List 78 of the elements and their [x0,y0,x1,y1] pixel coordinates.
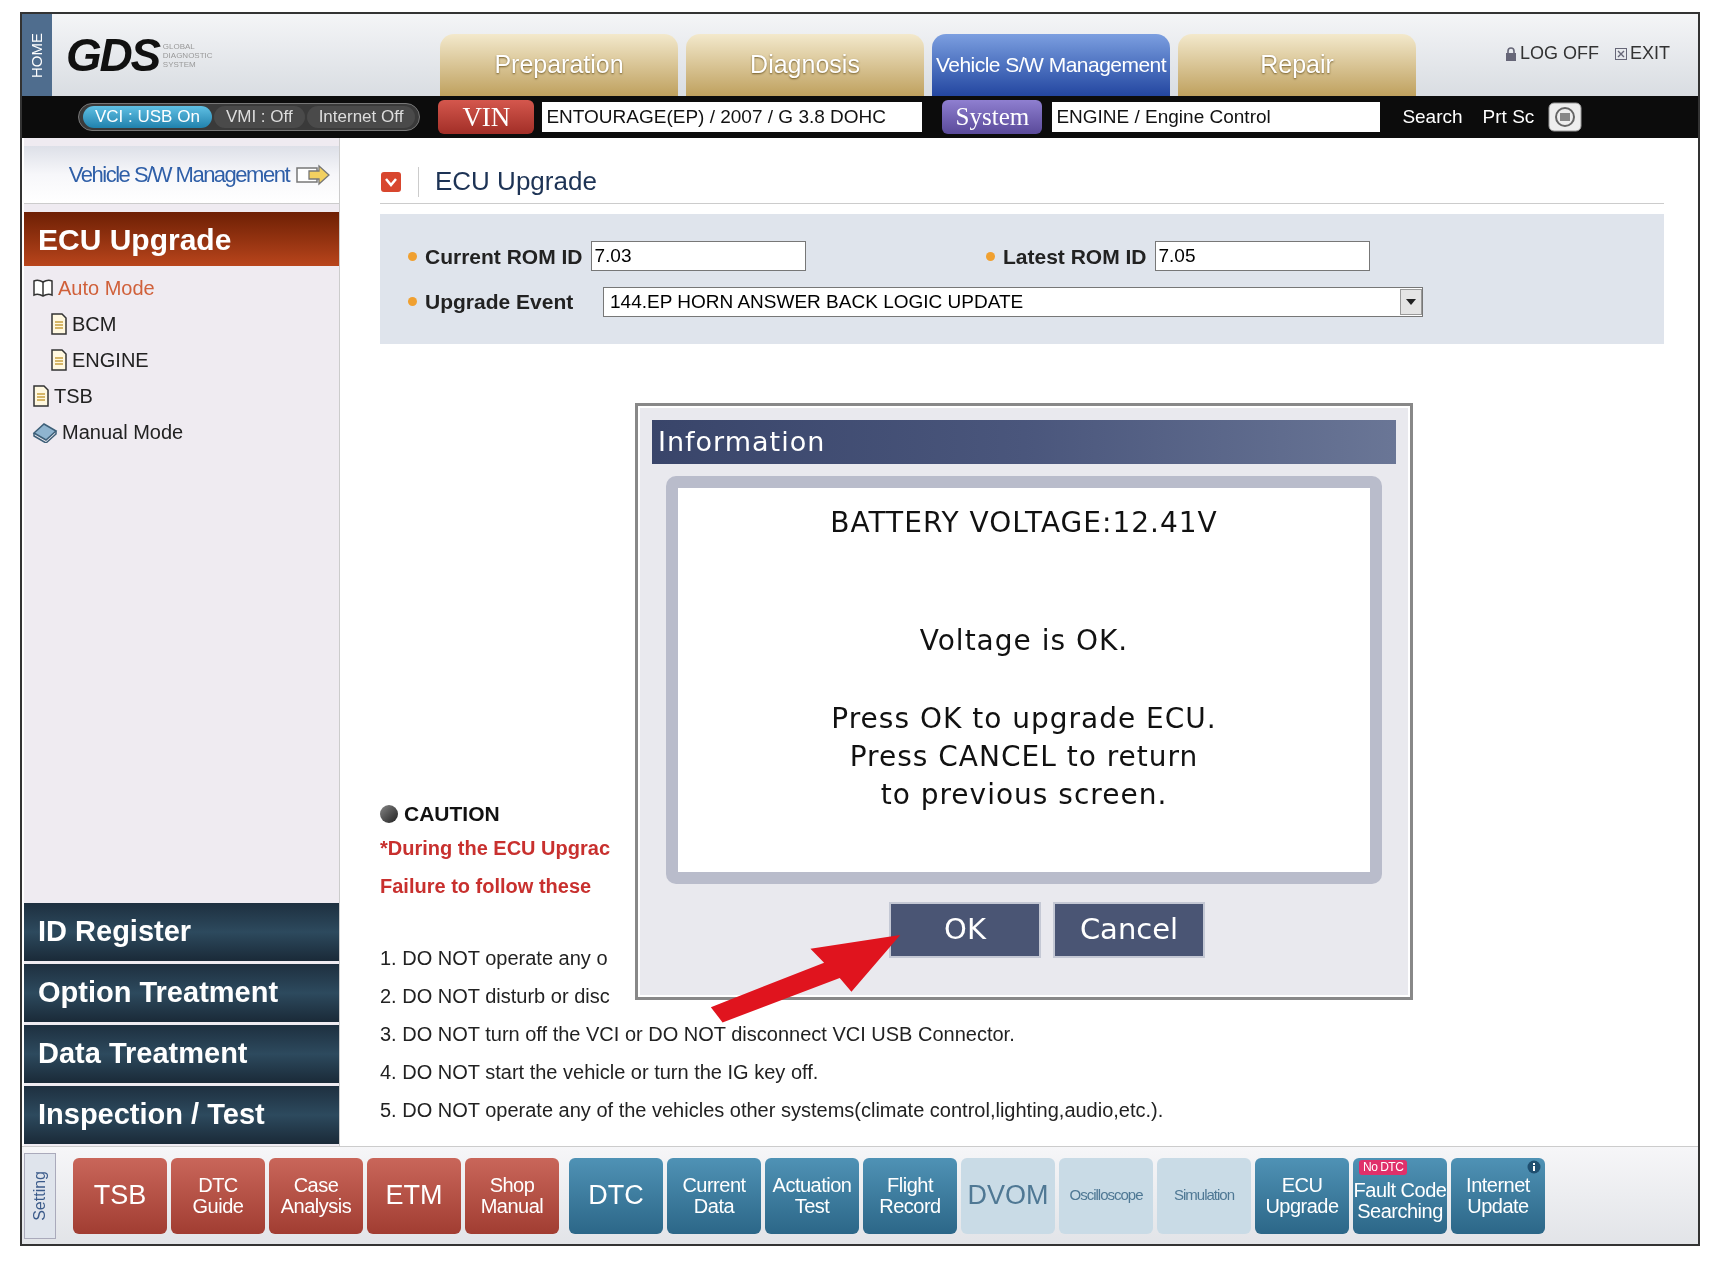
arrow-right-icon[interactable] [295,162,331,187]
input-field[interactable]: 7.03 [590,241,806,272]
search-button[interactable]: Search [1402,102,1463,132]
page-title: ECU Upgrade [435,165,597,198]
dropdown-caret-icon[interactable] [1400,288,1422,315]
toolbar-button[interactable]: DTC [569,1157,663,1234]
collapse-icon[interactable] [380,170,402,193]
caution-step: 1. DO NOT operate any o [380,939,608,977]
document-icon [50,349,68,371]
toolbar-button[interactable]: TSB [73,1157,167,1234]
section-header[interactable]: Data Treatment [24,1025,339,1083]
close-icon [1615,47,1627,60]
tree-item[interactable]: BCM [38,306,339,342]
status-pill: VMI : Off [213,106,305,128]
tree-item[interactable]: Auto Mode [32,270,339,306]
bullet-icon [408,251,417,261]
section-header[interactable]: ID Register [24,903,339,961]
tree-item[interactable]: ENGINE [38,342,339,378]
instruction-line: Press OK to upgrade ECU. [831,701,1217,737]
setting-tab[interactable]: Setting [24,1152,56,1239]
instruction-line: to previous screen. [880,777,1168,813]
toolbar-button[interactable]: Actuation Test [765,1157,859,1234]
caution-title: CAUTION [404,801,500,828]
toolbar-button[interactable]: Case Analysis [269,1157,363,1234]
sidebar-title: Vehicle S/W Management [68,161,289,189]
system-label: System [942,100,1043,134]
caution-step: 2. DO NOT disturb or disc [380,977,610,1015]
bullet-icon [986,251,995,261]
log-off-link[interactable]: LOG OFF [1504,40,1599,67]
toolbar-button[interactable]: Current Data [667,1157,761,1234]
logo: GDS [66,32,159,78]
caution-warning: *During the ECU Upgrac [380,836,611,861]
status-badge: No DTC [1359,1159,1408,1175]
exit-link[interactable]: EXIT [1615,40,1670,67]
home-tab[interactable]: HOME [22,14,52,96]
status-pill: Internet Off [306,106,416,128]
toolbar-button[interactable]: Shop Manual [465,1157,559,1234]
ok-button[interactable]: OK [889,902,1041,958]
voltage-status: Voltage is OK. [919,623,1129,659]
nav-tab[interactable]: Vehicle S/W Management [932,34,1170,96]
book-icon [32,421,58,443]
toolbar-button[interactable]: Internet Update [1451,1157,1545,1234]
toolbar-button[interactable]: ECU Upgrade [1255,1157,1349,1234]
document-icon [50,313,68,335]
document-icon [32,385,50,407]
lock-icon [1504,46,1517,61]
field-label: Current ROM ID [425,243,583,270]
select-field[interactable]: 144.EP HORN ANSWER BACK LOGIC UPDATE [603,286,1423,317]
bullet-icon [408,297,417,307]
ecu-chip-icon[interactable] [1548,102,1583,132]
toolbar-button[interactable]: DTC Guide [171,1157,265,1234]
open-book-icon [32,278,54,298]
system-field[interactable]: ENGINE / Engine Control [1052,102,1381,132]
vin-field[interactable]: ENTOURAGE(EP) / 2007 / G 3.8 DOHC [542,102,923,132]
toolbar-button[interactable]: No DTC Fault Code Searching [1353,1157,1447,1234]
section-header[interactable]: ECU Upgrade [24,212,339,266]
section-header[interactable]: Inspection / Test [24,1086,339,1144]
status-pill: VCI : USB On [83,106,212,128]
instruction-line: Press CANCEL to return [849,739,1199,775]
print-screen-button[interactable]: Prt Sc [1482,102,1535,132]
caution-warning: Failure to follow these [380,874,592,899]
toolbar-button[interactable]: Flight Record [863,1157,957,1234]
toolbar-button[interactable]: ETM [367,1157,461,1234]
caution-icon [380,805,398,823]
tree-item[interactable]: TSB [32,378,339,414]
caution-step: 4. DO NOT start the vehicle or turn the IG key off. [380,1053,819,1091]
field-label: Latest ROM ID [1003,243,1147,270]
tree-item[interactable]: Manual Mode [32,414,339,450]
cancel-button[interactable]: Cancel [1053,902,1205,958]
logo-subtitle: GLOBAL DIAGNOSTIC SYSTEM [162,41,213,69]
vin-label: VIN [438,100,535,134]
input-field[interactable]: 7.05 [1154,241,1370,272]
voltage-heading: BATTERY VOLTAGE:12.41V [830,505,1218,541]
field-label: Upgrade Event [425,289,575,315]
caution-step: 3. DO NOT turn off the VCI or DO NOT disconnect VCI USB Connector. [380,1015,1015,1053]
section-header[interactable]: Option Treatment [24,964,339,1022]
caution-step: 5. DO NOT operate any of the vehicles other systems(climate control,lighting,audio,etc.). [380,1091,1164,1129]
dialog-title: Information [658,424,826,459]
